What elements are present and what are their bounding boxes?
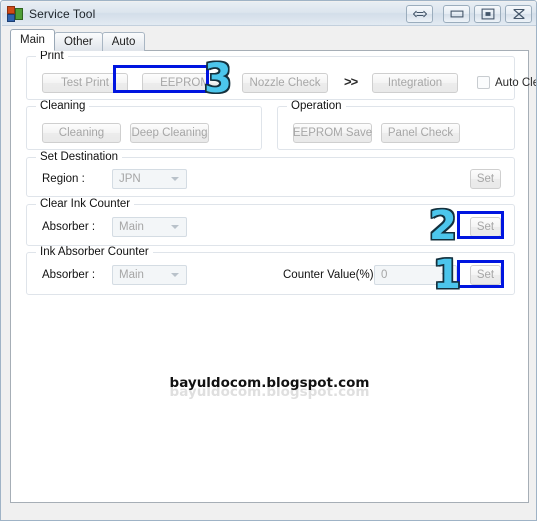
region-select-value: JPN (119, 173, 141, 185)
tab-other[interactable]: Other (53, 32, 103, 51)
print-group: Print Test Print EEPROM Nozzle Check >> … (26, 50, 536, 100)
title-bar: Service Tool (2, 2, 536, 26)
deep-cleaning-button[interactable]: Deep Cleaning (130, 123, 209, 143)
ink-absorber-set-highlight-box (457, 260, 504, 288)
window-title: Service Tool (29, 6, 96, 21)
ink-absorber-select[interactable]: Main (112, 265, 187, 285)
clear-ink-absorber-value: Main (119, 221, 144, 233)
chevron-down-icon (171, 177, 179, 181)
annotation-step-2: 2 (428, 203, 458, 249)
tab-auto-label: Auto (111, 36, 136, 48)
eeprom-highlight-box (113, 65, 209, 93)
clear-ink-counter-group-label: Clear Ink Counter (36, 198, 135, 210)
chevron-down-icon (171, 225, 179, 229)
cleaning-group-label: Cleaning (36, 100, 90, 112)
eeprom-save-button[interactable]: EEPROM Save (293, 123, 372, 143)
maximize-button[interactable] (474, 5, 501, 23)
auto-cleaning-checkbox[interactable] (477, 76, 490, 89)
tab-main-label: Main (20, 34, 45, 46)
auto-cleaning-label: Auto Cleaning (495, 77, 536, 89)
tab-other-label: Other (63, 36, 93, 48)
set-destination-set-button[interactable]: Set (470, 169, 501, 189)
set-destination-group-label: Set Destination (36, 151, 122, 163)
window-controls (406, 5, 532, 23)
cleaning-button[interactable]: Cleaning (42, 123, 121, 143)
close-button[interactable] (505, 5, 532, 23)
operation-group-label: Operation (287, 100, 346, 112)
chevron-down-icon (171, 273, 179, 277)
print-group-label: Print (36, 50, 68, 62)
ink-absorber-label: Absorber : (42, 269, 96, 281)
nozzle-check-button[interactable]: Nozzle Check (242, 73, 328, 93)
tab-main[interactable]: Main (10, 29, 55, 51)
minimize-icon (450, 10, 463, 18)
operation-group: Operation EEPROM Save Panel Check (277, 100, 515, 150)
watermark-text: bayuldocom.blogspot.com (169, 375, 370, 391)
clear-ink-absorber-label: Absorber : (42, 221, 96, 233)
region-label: Region : (42, 173, 85, 185)
ink-absorber-value: Main (119, 269, 144, 281)
clear-ink-set-highlight-box (457, 211, 504, 239)
printer-app-icon (7, 5, 23, 22)
tab-strip: Main Other Auto (10, 29, 146, 51)
maximize-icon (481, 8, 494, 20)
clear-ink-absorber-select[interactable]: Main (112, 217, 187, 237)
panel-check-button[interactable]: Panel Check (381, 123, 460, 143)
region-select[interactable]: JPN (112, 169, 187, 189)
integration-button[interactable]: Integration (372, 73, 458, 93)
resize-arrows-button[interactable] (406, 5, 433, 23)
tab-auto[interactable]: Auto (101, 32, 146, 51)
ink-absorber-counter-group-label: Ink Absorber Counter (36, 246, 153, 258)
service-tool-window: Service Tool Main Other Auto Print Test … (0, 0, 537, 521)
counter-value-select-value: 0 (381, 269, 388, 281)
double-arrow-horizontal-icon (412, 10, 427, 18)
annotation-step-1: 1 (432, 252, 462, 298)
set-destination-group: Set Destination Region : JPN Set (26, 151, 515, 197)
chevron-right-icon: >> (344, 74, 358, 89)
annotation-step-3: 3 (203, 56, 233, 102)
close-icon (512, 8, 525, 20)
cleaning-group: Cleaning Cleaning Deep Cleaning (26, 100, 262, 150)
minimize-button[interactable] (443, 5, 470, 23)
counter-value-label: Counter Value(%) : (283, 269, 380, 281)
